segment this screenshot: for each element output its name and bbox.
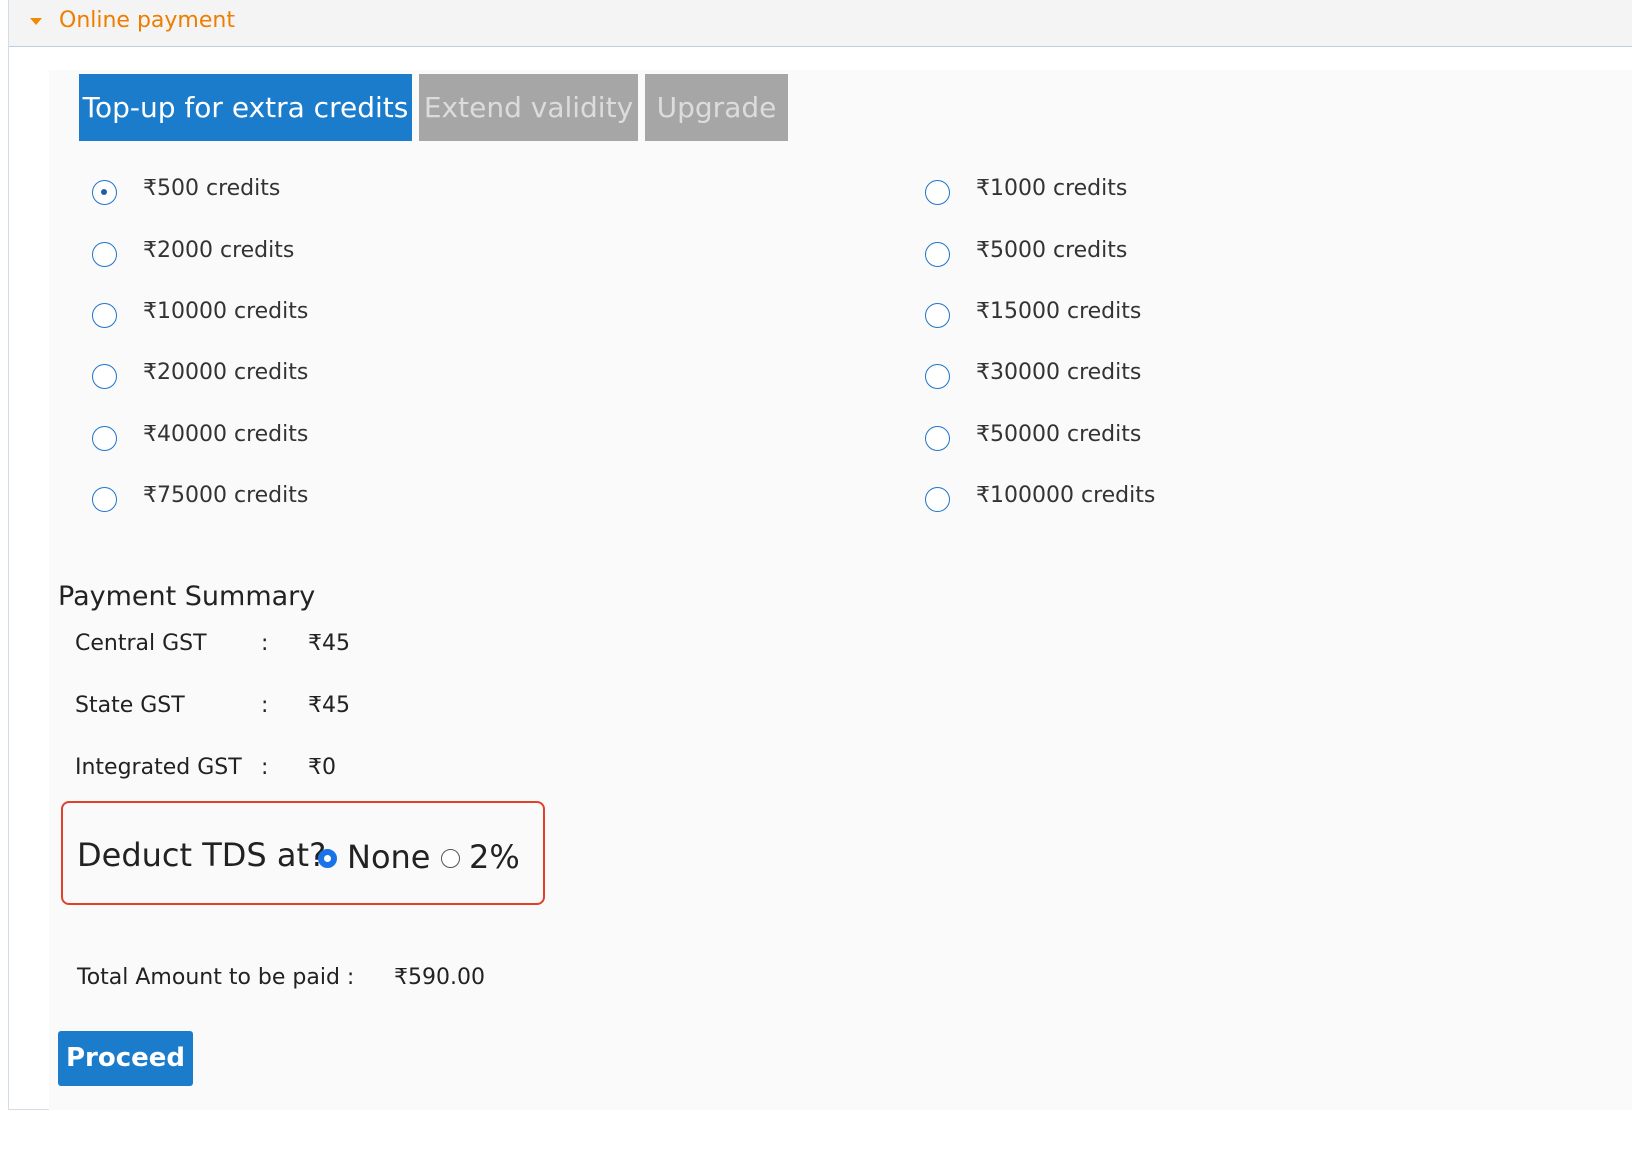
radio-button[interactable] <box>925 426 950 451</box>
summary-value-integrated-gst: ₹0 <box>308 755 336 780</box>
summary-colon: : <box>261 693 269 718</box>
radio-button[interactable] <box>925 303 950 328</box>
credit-option-label: ₹40000 credits <box>143 422 309 447</box>
radio-button[interactable] <box>925 180 950 205</box>
tab-top-up[interactable]: Top-up for extra credits <box>79 74 412 141</box>
radio-button[interactable] <box>92 364 117 389</box>
radio-button[interactable] <box>92 242 117 267</box>
total-amount-label: Total Amount to be paid : <box>77 965 355 990</box>
tds-option-2-percent-label[interactable]: 2% <box>469 838 520 876</box>
caret-down-icon[interactable] <box>30 18 42 25</box>
tds-highlight-box: Deduct TDS at? None 2% <box>61 801 545 905</box>
tds-radio-2-percent[interactable] <box>441 849 460 868</box>
credit-option-label: ₹50000 credits <box>976 422 1142 447</box>
credit-option-label: ₹1000 credits <box>976 176 1128 201</box>
summary-value-state-gst: ₹45 <box>308 693 350 718</box>
credit-option-label: ₹500 credits <box>143 176 281 201</box>
credit-option-label: ₹5000 credits <box>976 238 1128 263</box>
tds-label: Deduct TDS at? <box>77 836 327 874</box>
tab-upgrade[interactable]: Upgrade <box>645 74 788 141</box>
panel-title[interactable]: Online payment <box>59 8 235 33</box>
credit-option-label: ₹100000 credits <box>976 483 1156 508</box>
summary-colon: : <box>261 755 269 780</box>
radio-button[interactable] <box>92 487 117 512</box>
radio-button[interactable] <box>92 303 117 328</box>
radio-button[interactable] <box>925 487 950 512</box>
payment-summary-title: Payment Summary <box>58 581 316 612</box>
summary-label-integrated-gst: Integrated GST <box>75 755 242 780</box>
tds-option-none-label[interactable]: None <box>347 838 430 876</box>
radio-button[interactable] <box>92 426 117 451</box>
summary-label-state-gst: State GST <box>75 693 185 718</box>
tab-extend-validity[interactable]: Extend validity <box>419 74 638 141</box>
summary-label-central-gst: Central GST <box>75 631 207 656</box>
credit-option-label: ₹20000 credits <box>143 360 309 385</box>
credit-option-label: ₹15000 credits <box>976 299 1142 324</box>
credit-option-label: ₹75000 credits <box>143 483 309 508</box>
proceed-button[interactable]: Proceed <box>58 1031 193 1086</box>
tds-radio-none[interactable] <box>318 849 337 868</box>
radio-button[interactable] <box>925 364 950 389</box>
summary-value-central-gst: ₹45 <box>308 631 350 656</box>
radio-button[interactable] <box>925 242 950 267</box>
radio-button[interactable] <box>92 180 117 205</box>
summary-colon: : <box>261 631 269 656</box>
credit-option-label: ₹2000 credits <box>143 238 295 263</box>
credit-option-label: ₹10000 credits <box>143 299 309 324</box>
panel-header[interactable]: Online payment <box>9 0 1632 47</box>
total-amount-value: ₹590.00 <box>394 965 485 990</box>
credit-option-label: ₹30000 credits <box>976 360 1142 385</box>
